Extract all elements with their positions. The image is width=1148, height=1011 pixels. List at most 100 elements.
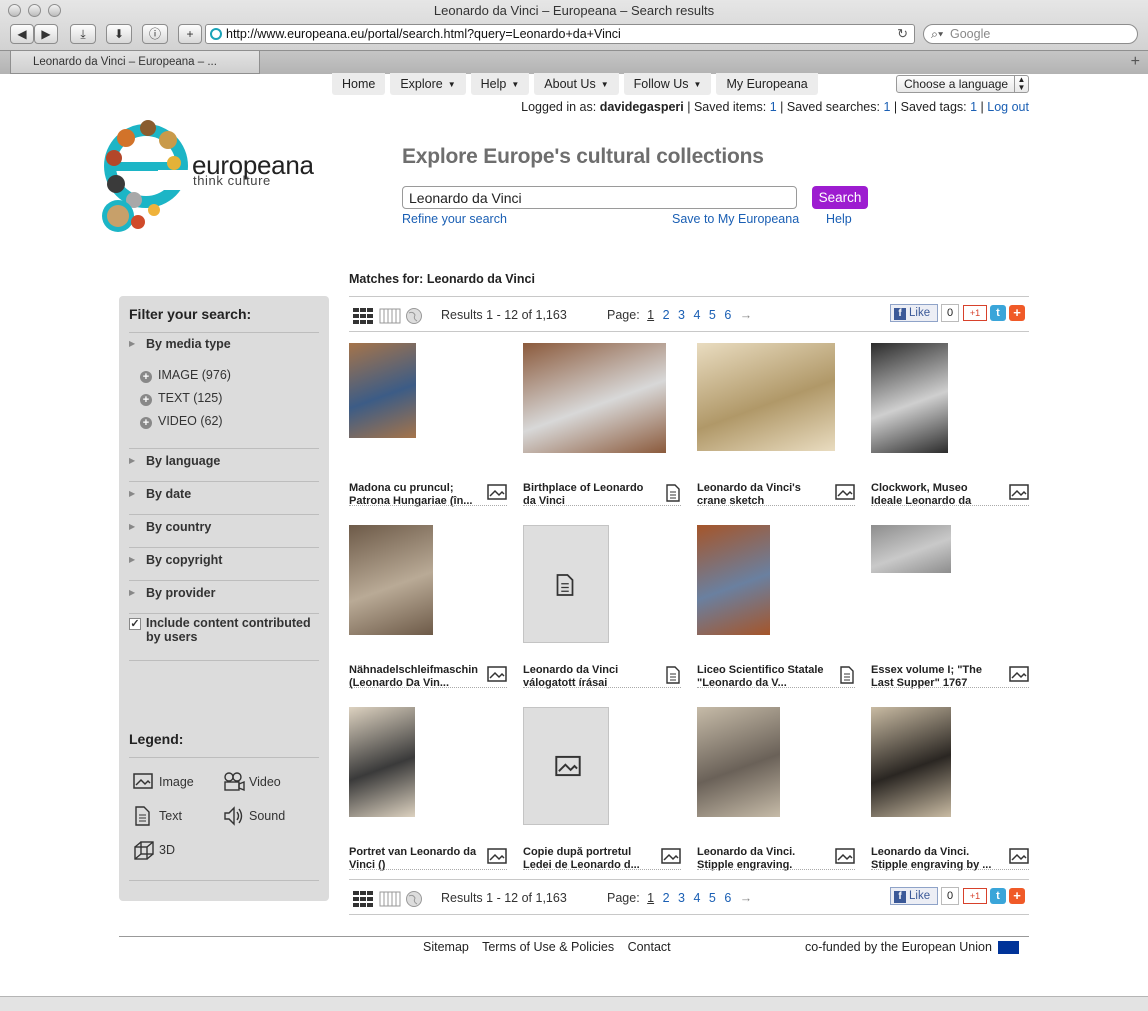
- browser-search-field[interactable]: ⌕▾ Google: [923, 24, 1138, 44]
- page-link-1[interactable]: 1: [647, 891, 654, 905]
- facebook-like-button[interactable]: f Like: [890, 304, 938, 322]
- media-type-image[interactable]: + IMAGE (976): [140, 368, 231, 383]
- save-to-my-europeana-link[interactable]: Save to My Europeana: [672, 212, 799, 226]
- filter-date-label: By date: [146, 487, 192, 501]
- page-link-2[interactable]: 2: [663, 308, 670, 322]
- filter-date[interactable]: ▶ By date: [129, 481, 319, 514]
- address-bar[interactable]: http://www.europeana.eu/portal/search.ht…: [205, 24, 915, 44]
- footer-sitemap-link[interactable]: Sitemap: [423, 940, 469, 954]
- page-link-3[interactable]: 3: [678, 891, 685, 905]
- forward-button[interactable]: ▶: [34, 24, 58, 44]
- result-card[interactable]: Essex volume I; "The Last Supper" 1767: [871, 525, 1029, 689]
- search-button[interactable]: Search: [812, 186, 868, 209]
- back-button[interactable]: ◀: [10, 24, 34, 44]
- map-view-icon[interactable]: [406, 891, 422, 907]
- result-card[interactable]: Leonardo da Vinci. Stipple engraving.: [697, 707, 855, 871]
- media-type-text[interactable]: + TEXT (125): [140, 391, 222, 406]
- result-card[interactable]: Leonardo da Vinci. Stipple engraving by …: [871, 707, 1029, 871]
- filter-provider[interactable]: ▶ By provider: [129, 580, 319, 613]
- new-tab-button[interactable]: +: [178, 24, 202, 44]
- result-card[interactable]: Leonardo da Vinci's crane sketch: [697, 343, 855, 507]
- include-ugc-checkbox[interactable]: ✓ Include content contributed by users: [129, 616, 319, 644]
- horizontal-scrollbar[interactable]: [0, 996, 1148, 1011]
- page-link-4[interactable]: 4: [693, 308, 700, 322]
- result-thumbnail[interactable]: [523, 525, 609, 643]
- result-card[interactable]: Clockwork, Museo Ideale Leonardo da: [871, 343, 1029, 507]
- filter-language[interactable]: ▶ By language: [129, 448, 319, 481]
- info-button[interactable]: ⓘ: [142, 24, 168, 44]
- page-link-5[interactable]: 5: [709, 308, 716, 322]
- page-link-5[interactable]: 5: [709, 891, 716, 905]
- result-thumbnail[interactable]: [349, 343, 416, 438]
- reload-icon[interactable]: ↻: [897, 25, 908, 43]
- nav-help[interactable]: Help ▼: [470, 73, 530, 95]
- footer-contact-link[interactable]: Contact: [628, 940, 671, 954]
- nav-about-us[interactable]: About Us ▼: [534, 73, 619, 95]
- filter-sidebar: Filter your search: ▶ By media type + IMA…: [119, 296, 329, 901]
- image-icon: [133, 773, 153, 789]
- image-type-icon: [487, 666, 507, 685]
- result-card[interactable]: Birthplace of Leonardo da Vinci: [523, 343, 681, 507]
- browser-tab[interactable]: Leonardo da Vinci – Europeana – ...: [10, 51, 260, 74]
- result-thumbnail[interactable]: [871, 525, 951, 573]
- europeana-logo[interactable]: europeana think culture: [96, 118, 314, 236]
- result-thumbnail[interactable]: [697, 343, 835, 451]
- twitter-icon[interactable]: t: [990, 305, 1006, 321]
- result-card[interactable]: Nähnadelschleifmaschin (Leonardo Da Vin.…: [349, 525, 507, 689]
- filter-country[interactable]: ▶ By country: [129, 514, 319, 547]
- result-card[interactable]: Copie după portretul Ledei de Leonardo d…: [523, 707, 681, 871]
- downloads-button[interactable]: ⬇: [106, 24, 132, 44]
- result-thumbnail[interactable]: [523, 707, 609, 825]
- grid-view-icon[interactable]: [353, 308, 373, 324]
- grid-view-icon[interactable]: [353, 891, 373, 907]
- result-card[interactable]: Madona cu pruncul; Patrona Hungariae (în…: [349, 343, 507, 507]
- search-input[interactable]: [402, 186, 797, 209]
- page-link-3[interactable]: 3: [678, 308, 685, 322]
- search-help-link[interactable]: Help: [826, 212, 852, 226]
- nav-home[interactable]: Home: [332, 73, 386, 95]
- result-thumbnail[interactable]: [523, 343, 666, 453]
- twitter-icon[interactable]: t: [990, 888, 1006, 904]
- nav-explore[interactable]: Explore ▼: [390, 73, 466, 95]
- result-card[interactable]: Portret van Leonardo da Vinci (): [349, 707, 507, 871]
- language-select[interactable]: Choose a language ▲ ▼: [896, 75, 1029, 93]
- refine-search-link[interactable]: Refine your search: [402, 212, 507, 226]
- result-thumbnail[interactable]: [697, 525, 770, 635]
- next-page-arrow[interactable]: →: [740, 891, 753, 905]
- saved-tags-link[interactable]: 1: [970, 100, 977, 114]
- logout-link[interactable]: Log out: [987, 100, 1029, 114]
- filter-copyright[interactable]: ▶ By copyright: [129, 547, 319, 580]
- page-link-6[interactable]: 6: [724, 891, 731, 905]
- result-card[interactable]: Liceo Scientifico Statale "Leonardo da V…: [697, 525, 855, 689]
- result-card[interactable]: Leonardo da Vinci válogatott írásai: [523, 525, 681, 689]
- addthis-plus-icon[interactable]: +: [1009, 888, 1025, 904]
- divider: [129, 660, 319, 661]
- result-thumbnail[interactable]: [871, 343, 948, 453]
- saved-items-link[interactable]: 1: [770, 100, 777, 114]
- share-bar: f Like 0 +1 t +: [890, 887, 1025, 905]
- nav-follow-us[interactable]: Follow Us ▼: [623, 73, 712, 95]
- next-page-arrow[interactable]: →: [740, 308, 753, 322]
- page-link-1[interactable]: 1: [647, 308, 654, 322]
- saved-searches-link[interactable]: 1: [883, 100, 890, 114]
- addthis-plus-icon[interactable]: +: [1009, 305, 1025, 321]
- nav-my-europeana[interactable]: My Europeana: [716, 73, 818, 95]
- result-thumbnail[interactable]: [697, 707, 780, 817]
- timeline-view-icon[interactable]: [379, 308, 401, 324]
- facebook-like-button[interactable]: f Like: [890, 887, 938, 905]
- add-tab-icon[interactable]: +: [1131, 53, 1140, 71]
- result-thumbnail[interactable]: [349, 525, 433, 635]
- media-type-video[interactable]: + VIDEO (62): [140, 414, 223, 429]
- page-link-4[interactable]: 4: [693, 891, 700, 905]
- map-view-icon[interactable]: [406, 308, 422, 324]
- timeline-view-icon[interactable]: [379, 891, 401, 907]
- footer-terms-link[interactable]: Terms of Use & Policies: [482, 940, 614, 954]
- page-link-2[interactable]: 2: [663, 891, 670, 905]
- result-thumbnail[interactable]: [871, 707, 951, 817]
- page-link-6[interactable]: 6: [724, 308, 731, 322]
- legend-title: Legend:: [129, 731, 184, 747]
- result-thumbnail[interactable]: [349, 707, 415, 817]
- add-bookmark-button[interactable]: ⤓: [70, 24, 96, 44]
- google-plus-button[interactable]: +1: [963, 888, 987, 904]
- google-plus-button[interactable]: +1: [963, 305, 987, 321]
